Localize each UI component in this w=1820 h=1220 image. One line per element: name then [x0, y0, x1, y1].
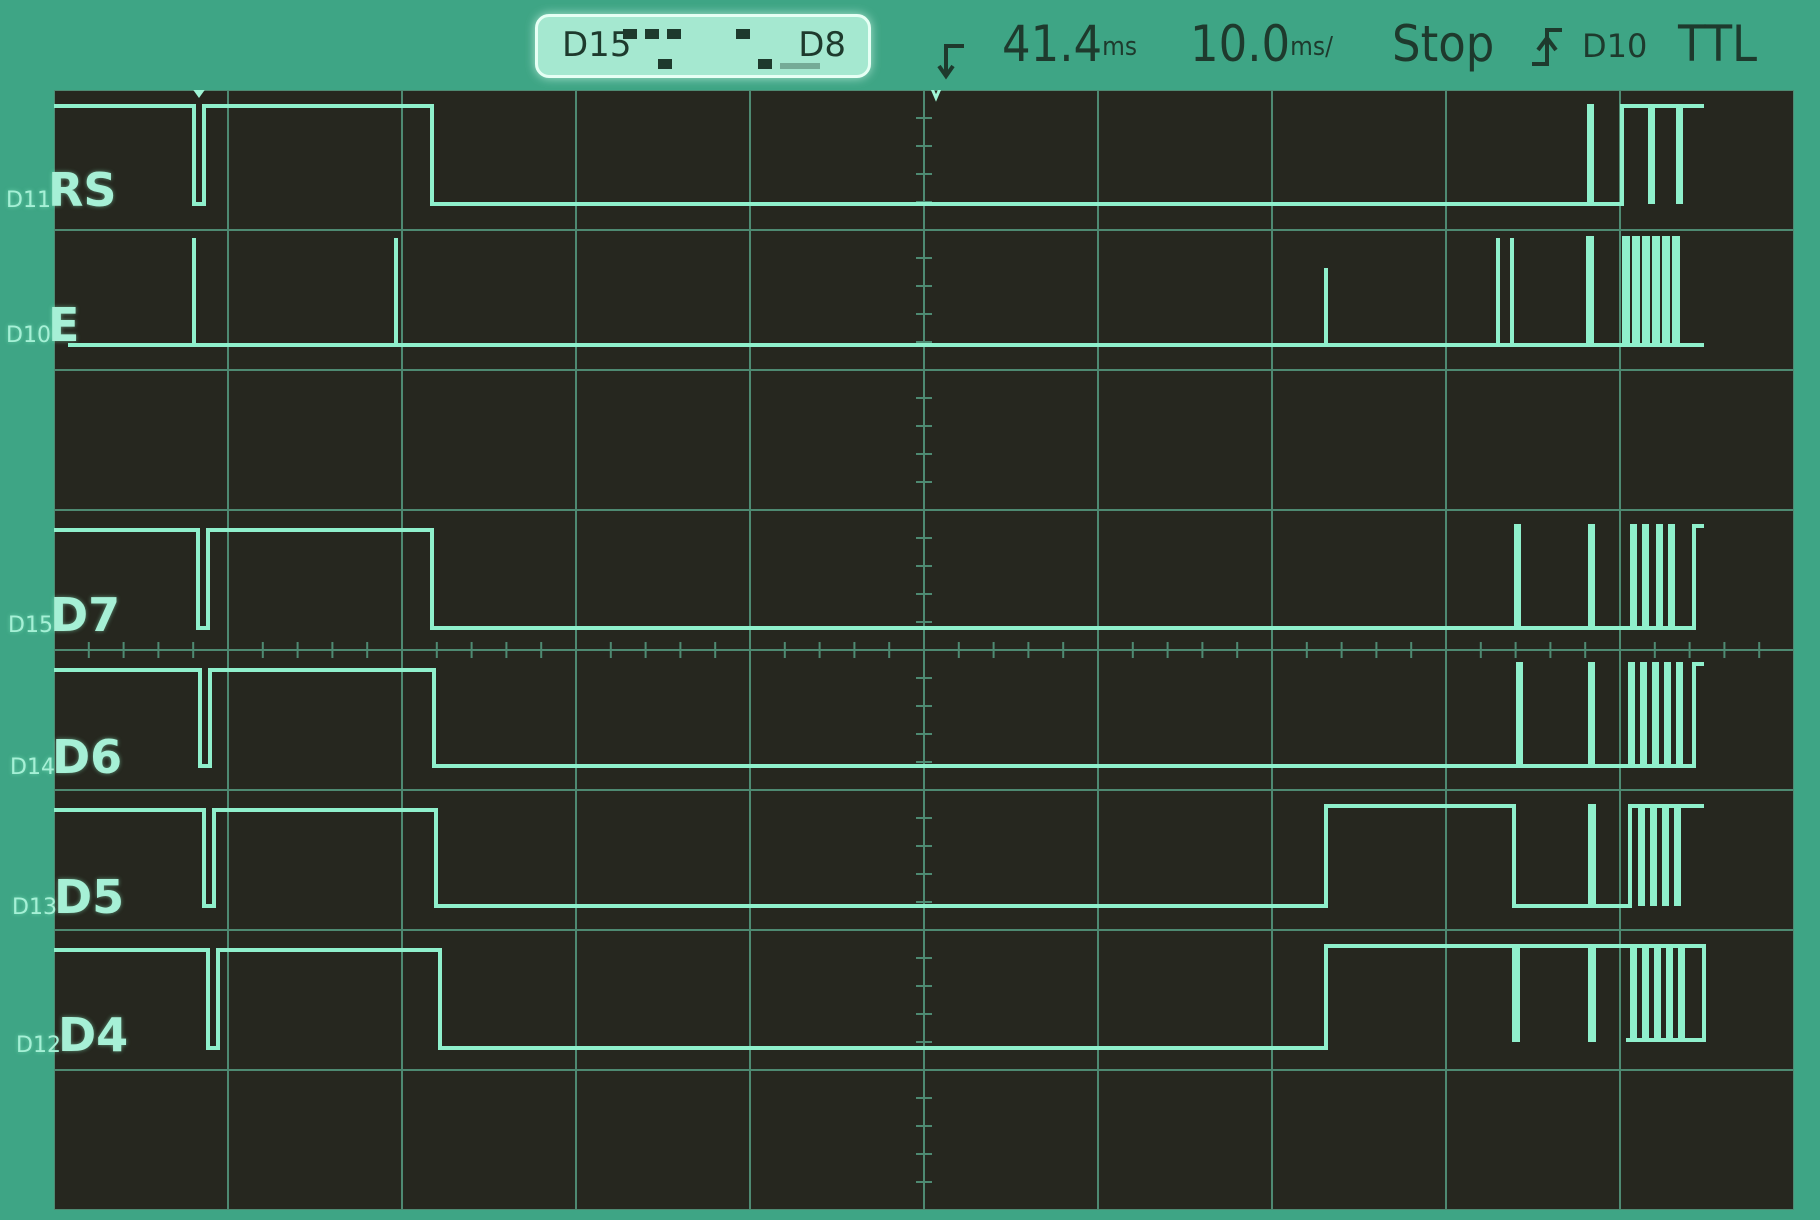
- trace-e-burst: [1586, 236, 1680, 345]
- delay-unit: ms: [1102, 32, 1138, 62]
- channel-rs-name: RS: [48, 163, 117, 217]
- channel-d7-pod: D15: [8, 613, 53, 638]
- channel-d5-name: D5: [54, 870, 125, 924]
- delay-value: 41.4: [1002, 15, 1103, 73]
- trace-d6-burst: [1516, 662, 1683, 766]
- channel-d4-label: D12 D4: [16, 1008, 129, 1062]
- trace-rs: [44, 104, 1704, 206]
- run-state: Stop: [1392, 15, 1495, 73]
- channel-rs-pod: D11: [6, 188, 51, 213]
- trace-d5-burst: [1638, 804, 1681, 906]
- trace-d4: [44, 944, 1706, 1050]
- channel-e-pod: D10: [6, 323, 51, 348]
- trace-d7: [44, 524, 1704, 630]
- channel-d4-pod: D12: [16, 1033, 61, 1058]
- channel-d7-label: D15 D7: [8, 588, 121, 642]
- trigger-marker-icon: [928, 83, 944, 102]
- timebase-readout: 10.0ms/: [1190, 14, 1333, 77]
- channel-e-name: E: [48, 298, 80, 352]
- trace-d4-burst: [1630, 944, 1685, 1040]
- waveform-display: D11 RS D10 E D15 D7 D14 D6 D13 D5 D12 D4: [6, 83, 1795, 1211]
- channel-d7-name: D7: [50, 588, 121, 642]
- graticule: [44, 83, 1795, 1211]
- trace-d6: [44, 662, 1704, 768]
- channel-rs-label: D11 RS: [6, 163, 117, 217]
- pod-activity-indicator: D15 D8: [535, 14, 871, 78]
- trigger-source-label: D10: [1582, 27, 1648, 65]
- timebase-unit: ms/: [1290, 32, 1333, 62]
- trigger-position-icon: [937, 44, 964, 80]
- trace-d7-burst: [1514, 524, 1675, 628]
- status-bar: D15 D8 41.4ms 10.0ms/ Stop D10 TTL: [0, 0, 1820, 90]
- channel-d5-pod: D13: [12, 895, 57, 920]
- channel-d5-label: D13 D5: [12, 870, 125, 924]
- threshold-label: TTL: [1678, 15, 1758, 73]
- channel-e-label: D10 E: [6, 298, 80, 352]
- channel-d4-name: D4: [58, 1008, 129, 1062]
- channel-d6-pod: D14: [10, 755, 55, 780]
- pod-low-label: D8: [798, 25, 846, 65]
- trace-rs-burst: [1648, 104, 1683, 204]
- rising-edge-trigger-icon: [1532, 28, 1562, 66]
- trace-e: [68, 238, 1704, 347]
- delay-readout: 41.4ms: [1002, 14, 1137, 77]
- pod-high-label: D15: [562, 25, 632, 65]
- channel-d6-label: D14 D6: [10, 730, 123, 784]
- timebase-value: 10.0: [1190, 15, 1291, 73]
- channel-d6-name: D6: [52, 730, 123, 784]
- cursor-marker-icon: [189, 84, 209, 98]
- trace-d5: [44, 804, 1704, 908]
